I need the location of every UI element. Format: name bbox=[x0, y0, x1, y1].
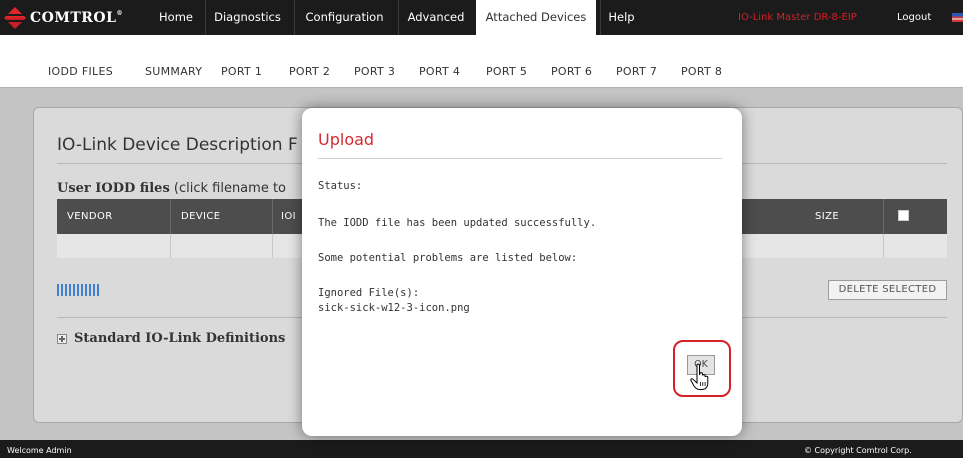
select-all-checkbox[interactable] bbox=[898, 210, 909, 221]
sub-tab-port-2[interactable]: PORT 2 bbox=[289, 65, 330, 78]
sub-tab-port-4[interactable]: PORT 4 bbox=[419, 65, 460, 78]
nav-tab-attached-devices[interactable]: Attached Devices bbox=[476, 0, 596, 36]
sub-tab-port-3[interactable]: PORT 3 bbox=[354, 65, 395, 78]
logo-text: COMTROL® bbox=[30, 9, 123, 26]
comtrol-logo[interactable]: COMTROL® bbox=[4, 0, 144, 35]
nav-tab-advanced[interactable]: Advanced bbox=[398, 0, 473, 35]
sub-tab-iodd-files[interactable]: IODD FILES bbox=[48, 65, 113, 78]
col-vendor[interactable]: VENDOR bbox=[67, 199, 113, 234]
standard-definitions-heading[interactable]: Standard IO-Link Definitions bbox=[74, 331, 285, 346]
nav-tab-diagnostics[interactable]: Diagnostics bbox=[205, 0, 289, 35]
dialog-divider bbox=[318, 158, 722, 159]
sub-tab-port-1[interactable]: PORT 1 bbox=[221, 65, 262, 78]
sub-nav-divider bbox=[0, 87, 963, 88]
ignored-files-label: Ignored File(s): bbox=[318, 287, 420, 299]
col-iodd[interactable]: IOI bbox=[281, 199, 296, 234]
copyright-text: © Copyright Comtrol Corp. bbox=[804, 446, 912, 455]
user-iodd-heading: User IODD files (click filename to bbox=[57, 181, 286, 196]
status-label: Status: bbox=[318, 180, 363, 192]
delete-selected-button[interactable]: DELETE SELECTED bbox=[828, 280, 947, 300]
expand-plus-icon[interactable] bbox=[57, 334, 67, 344]
sub-tab-port-8[interactable]: PORT 8 bbox=[681, 65, 722, 78]
sub-tab-port-6[interactable]: PORT 6 bbox=[551, 65, 592, 78]
upload-progress-indicator bbox=[57, 284, 101, 296]
success-message: The IODD file has been updated successfu… bbox=[318, 217, 597, 229]
device-name: IO-Link Master DR-8-EIP bbox=[738, 12, 857, 23]
problems-message: Some potential problems are listed below… bbox=[318, 252, 578, 264]
welcome-text: Welcome Admin bbox=[7, 446, 72, 455]
dialog-title: Upload bbox=[318, 130, 375, 149]
hand-cursor-icon bbox=[690, 363, 709, 390]
nav-tab-home[interactable]: Home bbox=[153, 0, 199, 35]
language-flag-icon[interactable] bbox=[952, 13, 963, 22]
col-device[interactable]: DEVICE bbox=[181, 199, 221, 234]
sub-tab-summary[interactable]: SUMMARY bbox=[145, 65, 202, 78]
ignored-file-name: sick-sick-w12-3-icon.png bbox=[318, 302, 470, 314]
comtrol-logo-icon bbox=[4, 6, 26, 29]
nav-tab-help[interactable]: Help bbox=[600, 0, 642, 35]
sub-tab-port-7[interactable]: PORT 7 bbox=[616, 65, 657, 78]
col-size[interactable]: SIZE bbox=[815, 199, 839, 234]
page-title: IO-Link Device Description F bbox=[57, 135, 298, 155]
nav-tab-configuration[interactable]: Configuration bbox=[294, 0, 394, 35]
sub-tab-port-5[interactable]: PORT 5 bbox=[486, 65, 527, 78]
sub-nav-bar bbox=[0, 35, 963, 87]
logout-link[interactable]: Logout bbox=[897, 0, 931, 35]
